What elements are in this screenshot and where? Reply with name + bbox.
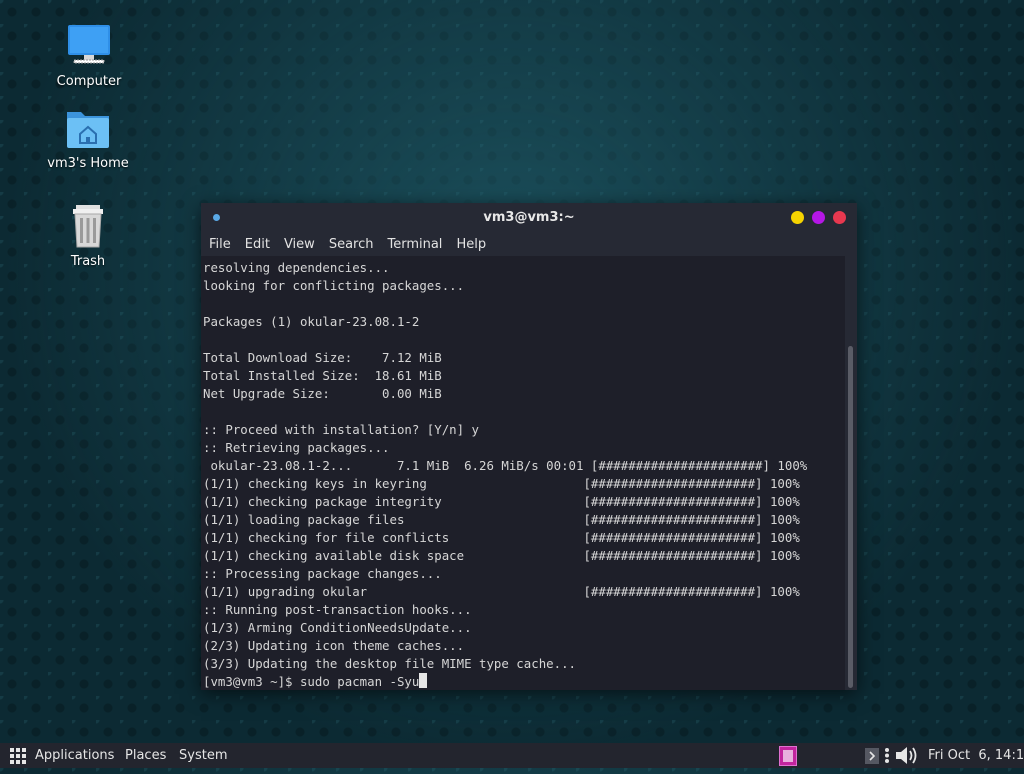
window-menu-icon[interactable] — [213, 214, 220, 221]
terminal-menubar: File Edit View Search Terminal Help — [201, 232, 857, 256]
terminal-titlebar[interactable]: vm3@vm3:~ — [201, 203, 857, 232]
text-cursor — [419, 673, 428, 688]
terminal-line: Packages (1) okular-23.08.1-2 — [203, 314, 420, 329]
window-title: vm3@vm3:~ — [483, 210, 575, 225]
terminal-line: (1/1) checking package integrity [######… — [203, 494, 800, 509]
terminal-line: (1/1) upgrading okular [################… — [203, 584, 800, 599]
volume-icon[interactable] — [894, 745, 920, 766]
terminal-prompt-line[interactable]: [vm3@vm3 ~]$ sudo pacman -Syu — [203, 673, 845, 690]
desktop-icon-trash[interactable]: Trash — [40, 202, 136, 269]
applications-label: Applications — [35, 748, 115, 763]
tray-expand-icon[interactable] — [865, 748, 879, 764]
terminal-prompt: [vm3@vm3 ~]$ sudo pacman -Syu — [203, 674, 420, 689]
desktop-icon-home[interactable]: vm3's Home — [40, 104, 136, 171]
home-folder-icon — [64, 104, 112, 152]
terminal-line: :: Proceed with installation? [Y/n] y — [203, 422, 480, 437]
menu-search[interactable]: Search — [329, 237, 374, 252]
trash-icon — [64, 202, 112, 250]
desktop-icon-label: vm3's Home — [47, 156, 129, 171]
maximize-button[interactable] — [812, 211, 825, 224]
minimize-button[interactable] — [791, 211, 804, 224]
terminal-line: (1/1) loading package files [###########… — [203, 512, 800, 527]
terminal-line: (3/3) Updating the desktop file MIME typ… — [203, 656, 576, 671]
workspace-switcher-icon[interactable] — [779, 746, 797, 766]
terminal-line: (1/1) checking for file conflicts [#####… — [203, 530, 800, 545]
terminal-line: (2/3) Updating icon theme caches... — [203, 638, 465, 653]
bottom-panel: Applications Places System Fri Oct 6, 14… — [0, 743, 1024, 768]
menu-view[interactable]: View — [284, 237, 315, 252]
system-menu-button[interactable]: System — [179, 743, 227, 768]
clock[interactable]: Fri Oct 6, 14:13 — [928, 743, 1024, 768]
app-grid-icon — [9, 747, 27, 765]
terminal-line: Net Upgrade Size: 0.00 MiB — [203, 386, 442, 401]
applications-menu-button[interactable]: Applications — [9, 743, 114, 768]
terminal-line: :: Running post-transaction hooks... — [203, 602, 472, 617]
terminal-line: looking for conflicting packages... — [203, 278, 465, 293]
menu-terminal[interactable]: Terminal — [387, 237, 442, 252]
terminal-line: :: Retrieving packages... — [203, 440, 390, 455]
close-button[interactable] — [833, 211, 846, 224]
terminal-line: (1/1) checking keys in keyring [########… — [203, 476, 800, 491]
terminal-output[interactable]: resolving dependencies... looking for co… — [201, 256, 845, 690]
terminal-line: Total Installed Size: 18.61 MiB — [203, 368, 442, 383]
desktop-icon-label: Trash — [70, 254, 106, 269]
places-menu-button[interactable]: Places — [125, 743, 166, 768]
terminal-line: okular-23.08.1-2... 7.1 MiB 6.26 MiB/s 0… — [203, 458, 808, 473]
terminal-line: Total Download Size: 7.12 MiB — [203, 350, 442, 365]
menu-help[interactable]: Help — [456, 237, 486, 252]
overflow-dots-icon[interactable] — [884, 747, 890, 764]
terminal-line: :: Processing package changes... — [203, 566, 442, 581]
monitor-icon — [65, 22, 113, 70]
terminal-scrollbar[interactable] — [848, 346, 853, 688]
terminal-line: resolving dependencies... — [203, 260, 390, 275]
terminal-line: (1/1) checking available disk space [###… — [203, 548, 800, 563]
desktop-icon-computer[interactable]: Computer — [41, 22, 137, 89]
menu-file[interactable]: File — [209, 237, 231, 252]
terminal-window[interactable]: vm3@vm3:~ File Edit View Search Terminal… — [201, 203, 857, 690]
menu-edit[interactable]: Edit — [245, 237, 270, 252]
terminal-line: (1/3) Arming ConditionNeedsUpdate... — [203, 620, 472, 635]
desktop-icon-label: Computer — [56, 74, 122, 89]
